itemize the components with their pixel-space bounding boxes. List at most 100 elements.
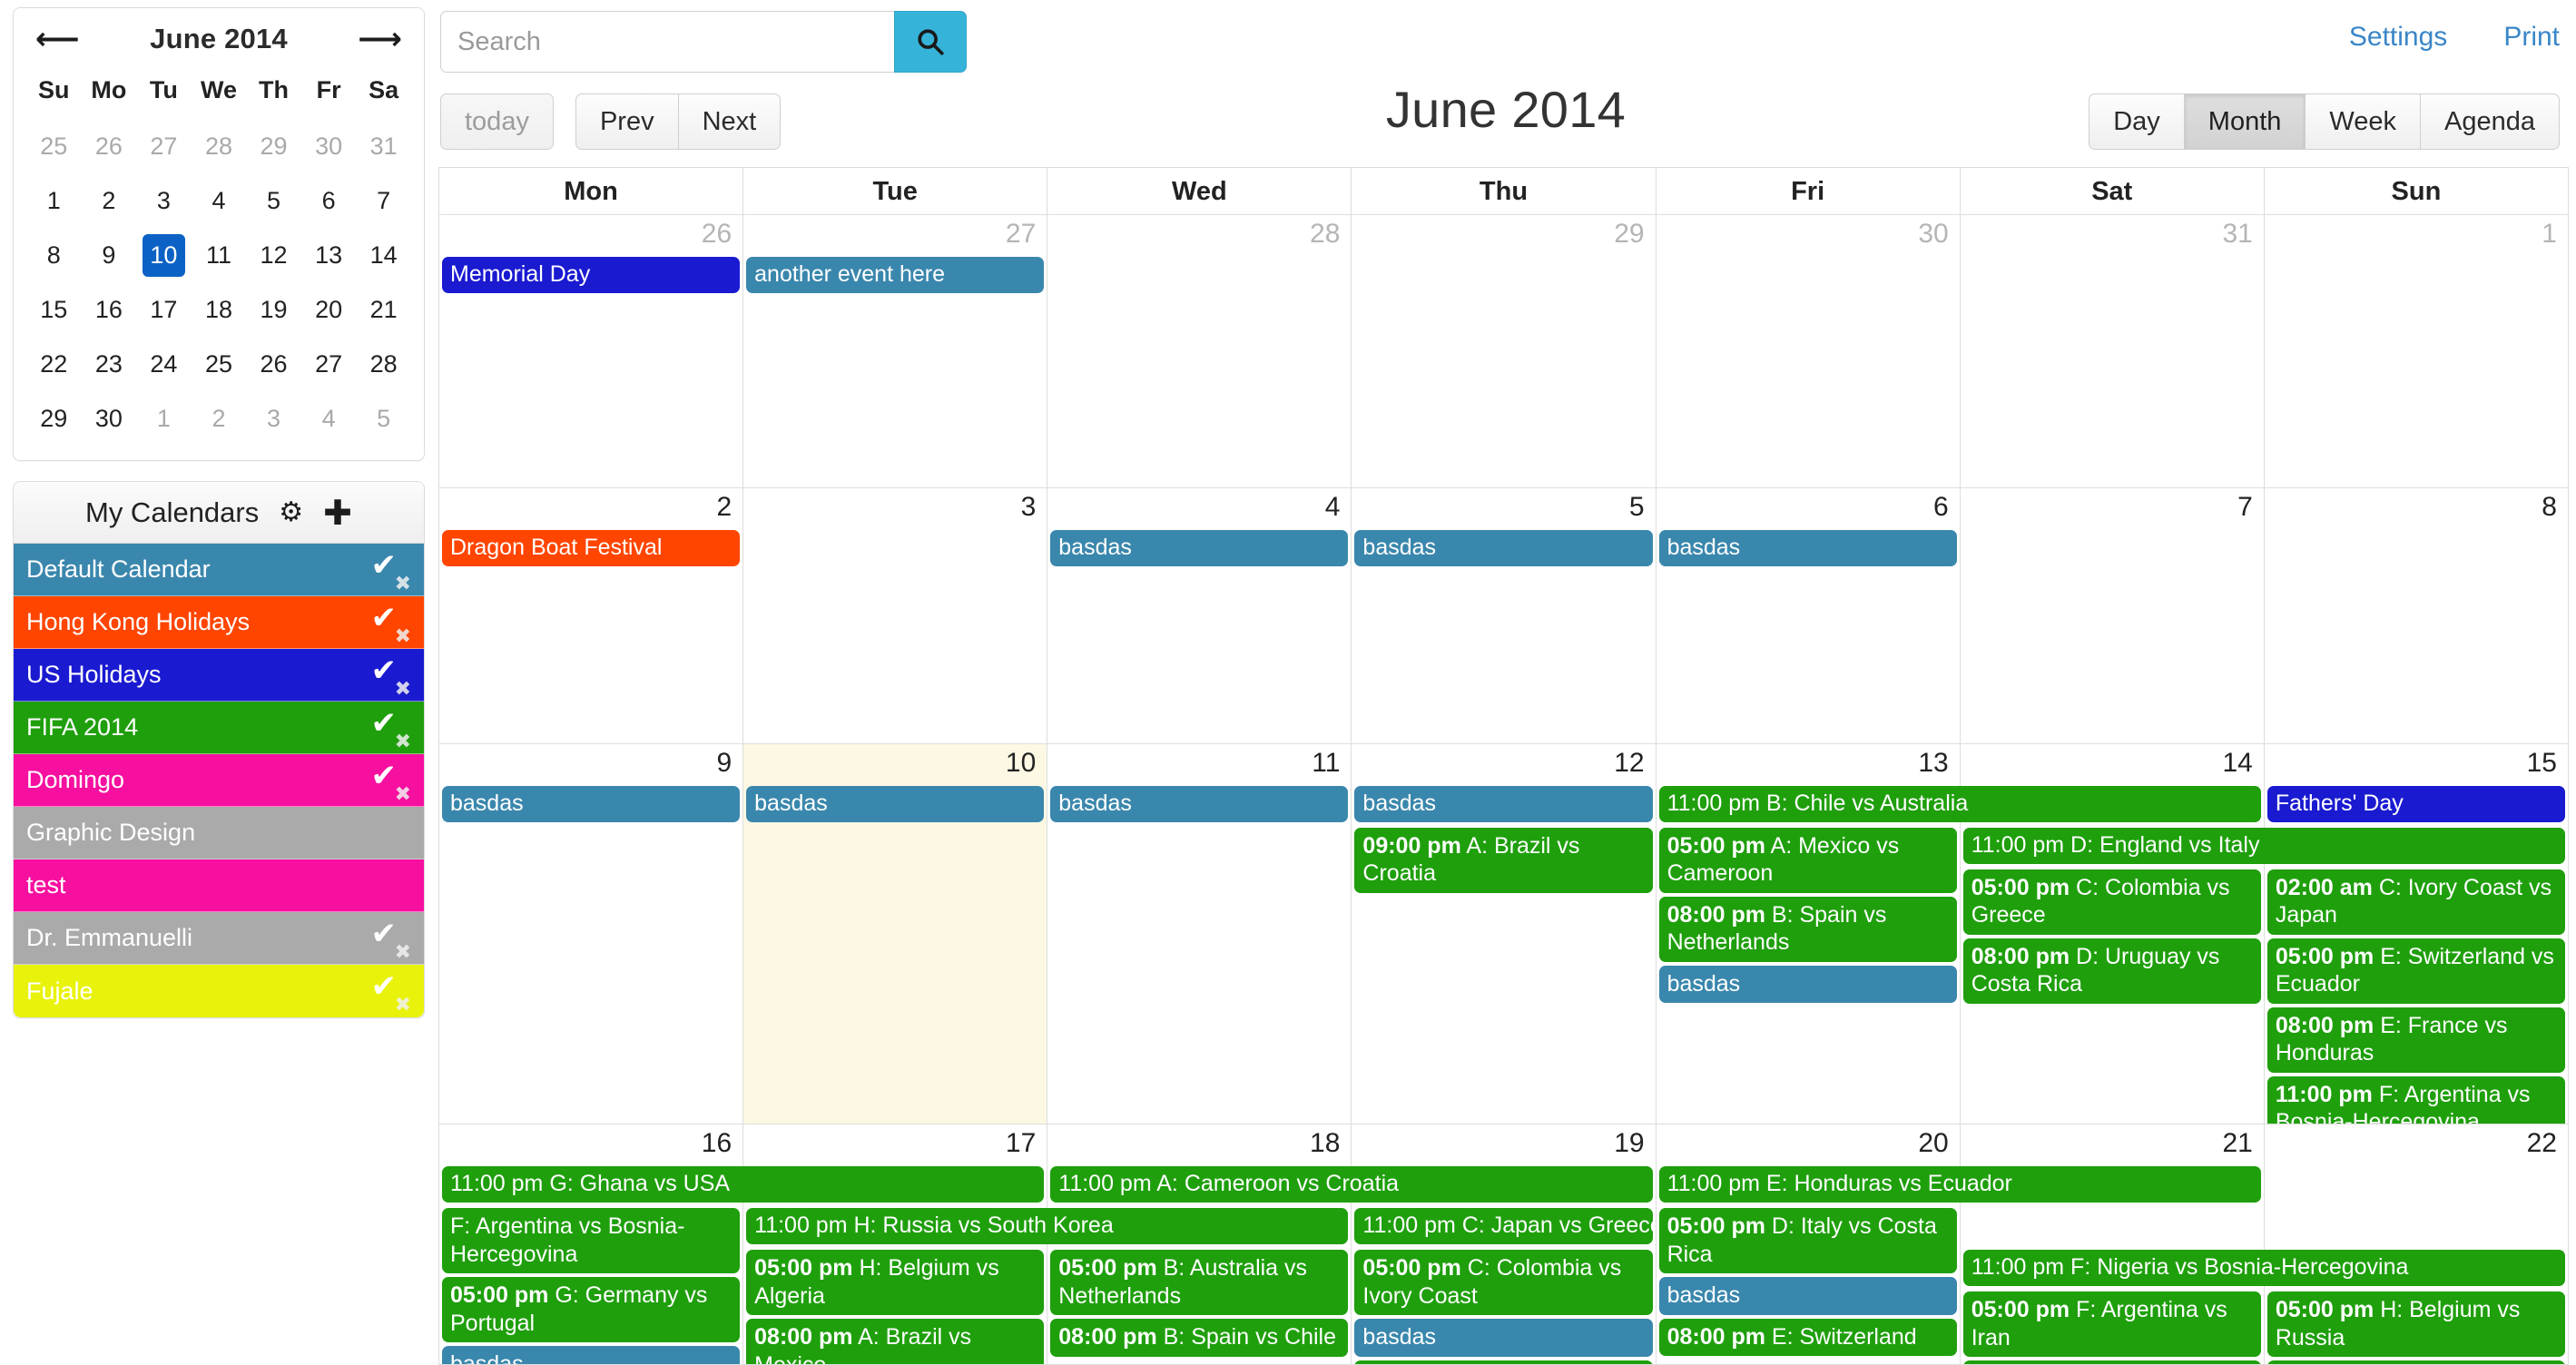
day-cell-5[interactable]: 5 xyxy=(1352,488,1657,743)
calendar-event[interactable]: 11:00 pm F: Argentina vs Bosnia-Hercegov… xyxy=(2266,1075,2565,1124)
calendar-event-span[interactable]: basdas xyxy=(1050,530,1349,567)
day-cell-19[interactable]: 19 05:00 pm C: Colombia vs Ivory Coast bas… xyxy=(1352,1124,1657,1365)
day-cell-20[interactable]: 20 05:00 pm D: Italy vs Costa Rica basdas 0… xyxy=(1657,1124,1961,1365)
calendar-event[interactable]: 05:00 pm B: Australia vs Netherlands xyxy=(1050,1250,1349,1316)
view-button-month[interactable]: Month xyxy=(2183,93,2306,150)
calendar-item-dr-emmanuelli[interactable]: Dr. Emmanuelli ✔ ✖ xyxy=(14,912,424,965)
calendar-event[interactable]: 05:00 pm D: Italy vs Costa Rica xyxy=(1658,1208,1957,1274)
day-cell-30[interactable]: 30 xyxy=(1657,215,1961,488)
day-cell-29[interactable]: 29 xyxy=(1352,215,1657,488)
mini-day-18[interactable]: 18 xyxy=(192,282,247,337)
mini-day-23[interactable]: 23 xyxy=(82,337,137,391)
calendar-item-test[interactable]: test xyxy=(14,859,424,912)
calendar-event[interactable]: 05:00 pm G: Germany vs Portugal xyxy=(442,1277,741,1343)
mini-day-25[interactable]: 25 xyxy=(26,119,82,173)
close-icon[interactable]: ✖ xyxy=(395,627,411,647)
calendar-event[interactable]: 08:00 pm D: Uruguay vs xyxy=(1354,1360,1653,1365)
check-icon[interactable]: ✔ xyxy=(371,761,398,791)
close-icon[interactable]: ✖ xyxy=(395,785,411,805)
calendar-event[interactable]: F: Argentina vs Bosnia-Hercegovina xyxy=(442,1208,741,1274)
calendar-event[interactable]: basdas xyxy=(1658,965,1957,1004)
mini-day-15[interactable]: 15 xyxy=(26,282,82,337)
mini-day-6[interactable]: 6 xyxy=(301,173,357,228)
close-icon[interactable]: ✖ xyxy=(395,996,411,1016)
calendar-item-default-calendar[interactable]: Default Calendar ✔ ✖ xyxy=(14,544,424,596)
day-cell-1[interactable]: 1 xyxy=(2265,215,2569,488)
close-icon[interactable]: ✖ xyxy=(395,680,411,700)
mini-day-29[interactable]: 29 xyxy=(26,391,82,446)
mini-day-4[interactable]: 4 xyxy=(301,391,357,446)
calendar-event-span[interactable]: 11:00 pm A: Cameroon vs Croatia xyxy=(1050,1166,1653,1203)
calendar-item-fifa-2014[interactable]: FIFA 2014 ✔ ✖ xyxy=(14,702,424,754)
calendar-event-span[interactable]: 11:00 pm G: Ghana vs USA xyxy=(442,1166,1045,1203)
day-cell-8[interactable]: 8 xyxy=(2265,488,2569,743)
calendar-event-span[interactable]: basdas xyxy=(746,785,1045,822)
calendar-event[interactable]: 08:00 pm B: Spain vs Chile xyxy=(1050,1319,1349,1357)
mini-day-5[interactable]: 5 xyxy=(246,173,301,228)
mini-day-28[interactable]: 28 xyxy=(192,119,247,173)
day-cell-6[interactable]: 6 xyxy=(1657,488,1961,743)
mini-day-26[interactable]: 26 xyxy=(82,119,137,173)
calendar-event-span[interactable]: Memorial Day xyxy=(442,257,741,293)
calendar-event[interactable]: 05:00 pm E: Switzerland vs Ecuador xyxy=(2266,938,2565,1004)
day-cell-2[interactable]: 2 xyxy=(439,488,744,743)
day-cell-22[interactable]: 22 05:00 pm H: Belgium vs Russia 08:00 pm … xyxy=(2265,1124,2569,1365)
close-icon[interactable]: ✖ xyxy=(395,574,411,594)
search-input[interactable] xyxy=(440,11,894,73)
view-button-week[interactable]: Week xyxy=(2305,93,2420,150)
calendar-event[interactable]: basdas xyxy=(442,1346,741,1365)
check-icon[interactable]: ✔ xyxy=(371,603,398,633)
mini-day-20[interactable]: 20 xyxy=(301,282,357,337)
print-link[interactable]: Print xyxy=(2503,22,2560,53)
calendar-event[interactable]: 05:00 pm H: Belgium vs Algeria xyxy=(746,1250,1045,1316)
calendar-event[interactable]: 05:00 pm H: Belgium vs Russia xyxy=(2266,1291,2565,1358)
calendar-event-span[interactable]: Fathers' Day xyxy=(2266,785,2565,822)
mini-day-21[interactable]: 21 xyxy=(356,282,411,337)
calendar-event[interactable]: 02:00 am C: Ivory Coast vs Japan xyxy=(2266,869,2565,935)
calendar-event-span[interactable]: 11:00 pm B: Chile vs Australia xyxy=(1658,785,2261,822)
day-cell-4[interactable]: 4 xyxy=(1047,488,1352,743)
mini-day-2[interactable]: 2 xyxy=(82,173,137,228)
mini-day-3[interactable]: 3 xyxy=(136,173,192,228)
calendar-event[interactable]: 08:00 pm B: Spain vs Netherlands xyxy=(1658,896,1957,962)
calendar-event[interactable]: 05:00 pm F: Argentina vs Iran xyxy=(1962,1291,2261,1358)
mini-day-17[interactable]: 17 xyxy=(136,282,192,337)
calendar-event-span[interactable]: 11:00 pm H: Russia vs South Korea xyxy=(746,1208,1349,1245)
mini-day-today[interactable]: 10 xyxy=(142,233,185,277)
calendar-event-span[interactable]: Dragon Boat Festival xyxy=(442,530,741,567)
mini-day-27[interactable]: 27 xyxy=(136,119,192,173)
mini-day-13[interactable]: 13 xyxy=(301,228,357,282)
calendar-event[interactable]: 08:00 pm G: Germany vs xyxy=(1962,1360,2261,1365)
calendar-event-span[interactable]: basdas xyxy=(1658,530,1957,567)
mini-day-12[interactable]: 12 xyxy=(246,228,301,282)
mini-day-30[interactable]: 30 xyxy=(82,391,137,446)
mini-day-25[interactable]: 25 xyxy=(192,337,247,391)
day-cell-3[interactable]: 3 xyxy=(743,488,1048,743)
close-icon[interactable]: ✖ xyxy=(395,943,411,963)
calendar-event[interactable]: 08:00 pm E: France vs Honduras xyxy=(2266,1007,2565,1073)
mini-day-24[interactable]: 24 xyxy=(136,337,192,391)
mini-day-3[interactable]: 3 xyxy=(246,391,301,446)
mini-day-9[interactable]: 9 xyxy=(82,228,137,282)
arrow-left-icon[interactable]: ⟵ xyxy=(35,24,80,54)
search-button[interactable] xyxy=(894,11,967,73)
mini-day-1[interactable]: 1 xyxy=(26,173,82,228)
mini-day-4[interactable]: 4 xyxy=(192,173,247,228)
mini-day-26[interactable]: 26 xyxy=(246,337,301,391)
day-cell-31[interactable]: 31 xyxy=(1961,215,2265,488)
view-button-day[interactable]: Day xyxy=(2089,93,2184,150)
mini-day-28[interactable]: 28 xyxy=(356,337,411,391)
calendar-event-span[interactable]: 11:00 pm E: Honduras vs Ecuador xyxy=(1658,1166,2261,1203)
mini-day-11[interactable]: 11 xyxy=(192,228,247,282)
calendar-item-fujale[interactable]: Fujale ✔ ✖ xyxy=(14,965,424,1017)
calendar-event-span[interactable]: 11:00 pm D: England vs Italy xyxy=(1962,827,2565,864)
view-button-agenda[interactable]: Agenda xyxy=(2420,93,2560,150)
mini-day-5[interactable]: 5 xyxy=(356,391,411,446)
calendar-event[interactable]: basdas xyxy=(1354,1319,1653,1357)
calendar-event[interactable]: 05:00 pm C: Colombia vs Greece xyxy=(1962,869,2261,935)
arrow-right-icon[interactable]: ⟶ xyxy=(358,24,402,54)
calendar-event-span[interactable]: basdas xyxy=(1354,785,1653,822)
mini-day-16[interactable]: 16 xyxy=(82,282,137,337)
settings-link[interactable]: Settings xyxy=(2349,22,2447,53)
day-cell-17[interactable]: 17 05:00 pm H: Belgium vs Algeria 08:00 pm… xyxy=(743,1124,1048,1365)
